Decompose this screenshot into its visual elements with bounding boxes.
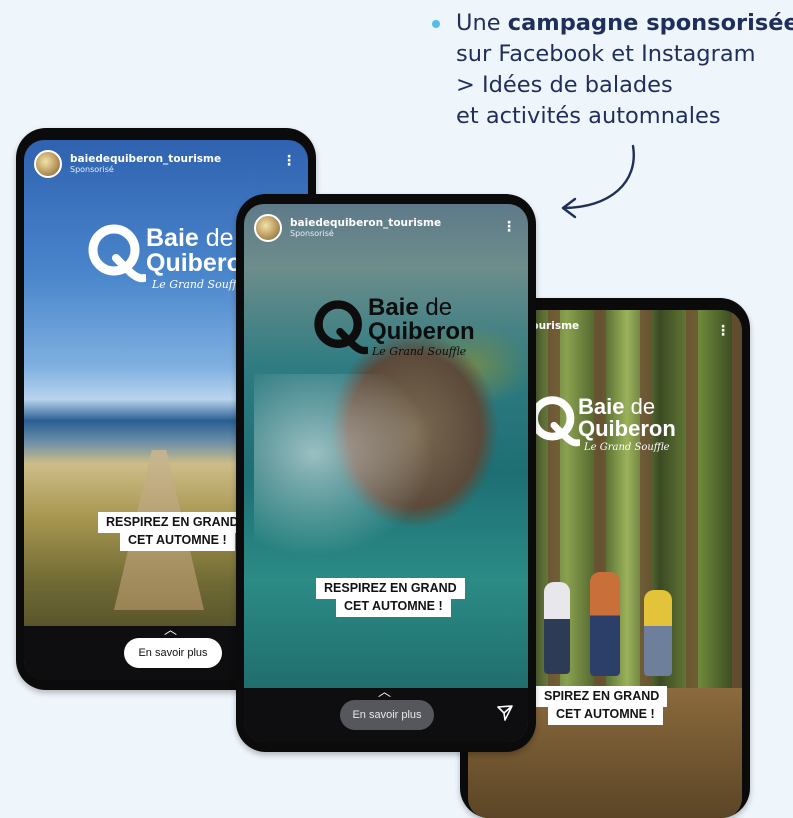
chevron-up-icon: ︿ [164, 623, 178, 638]
q-logo-icon [314, 300, 368, 355]
brand-tagline: Le Grand Souffle [372, 345, 467, 358]
send-icon[interactable] [496, 704, 514, 722]
surf-foam [254, 374, 454, 574]
chevron-up-icon: ︿ [378, 685, 392, 700]
brand-wordmark: Baie de Quiberon [368, 294, 475, 345]
curved-arrow-icon [561, 144, 635, 219]
sponsored-label: Sponsorisé [290, 229, 334, 238]
q-logo-icon [88, 224, 146, 283]
caption-line-2: sur Facebook et Instagram [456, 41, 756, 67]
ad-header[interactable]: baiedequiberon_tourisme Sponsorisé [254, 214, 528, 242]
brand-tagline: Le Grand Souffle [152, 278, 247, 291]
hiker-figure [544, 582, 570, 674]
story-screen-coast: baiedequiberon_tourisme Sponsorisé ⋮ Bai… [244, 204, 528, 742]
caption: Une campagne sponsorisée sur Facebook et… [432, 8, 793, 132]
kebab-menu-icon[interactable]: ⋮ [502, 220, 516, 234]
caption-bold: campagne sponsorisée [507, 10, 793, 36]
story-bottom-bar: ︿ En savoir plus [244, 685, 528, 742]
headline-banner-line2: CET AUTOMNE ! [120, 530, 235, 551]
brand-tagline: Le Grand Souffle [584, 442, 670, 453]
headline-banner-line2: CET AUTOMNE ! [548, 704, 663, 725]
profile-handle[interactable]: baiedequiberon_tourisme [70, 153, 221, 165]
caption-line-1: Une campagne sponsorisée [432, 8, 793, 39]
phone-ad-coast: baiedequiberon_tourisme Sponsorisé ⋮ Bai… [236, 194, 536, 752]
caption-line-3: > Idées de balades [456, 72, 673, 98]
profile-avatar[interactable] [254, 214, 282, 242]
kebab-menu-icon[interactable]: ⋮ [282, 154, 296, 168]
bullet-icon [432, 20, 440, 28]
profile-avatar[interactable] [34, 150, 62, 178]
sponsored-label: Sponsorisé [70, 165, 114, 174]
profile-handle[interactable]: baiedequiberon_tourisme [290, 217, 441, 229]
hiker-figure [590, 572, 620, 676]
learn-more-button[interactable]: En savoir plus [340, 700, 434, 730]
brand-wordmark: Baie de Quiberon [578, 394, 676, 441]
learn-more-button[interactable]: En savoir plus [124, 638, 222, 668]
ad-header[interactable]: baiedequiberon_tourisme Sponsorisé [34, 150, 308, 178]
caption-line-4: et activités automnales [456, 103, 721, 129]
kebab-menu-icon[interactable]: ⋮ [716, 324, 730, 338]
headline-banner-line2: CET AUTOMNE ! [336, 596, 451, 617]
hiker-figure [644, 590, 672, 676]
